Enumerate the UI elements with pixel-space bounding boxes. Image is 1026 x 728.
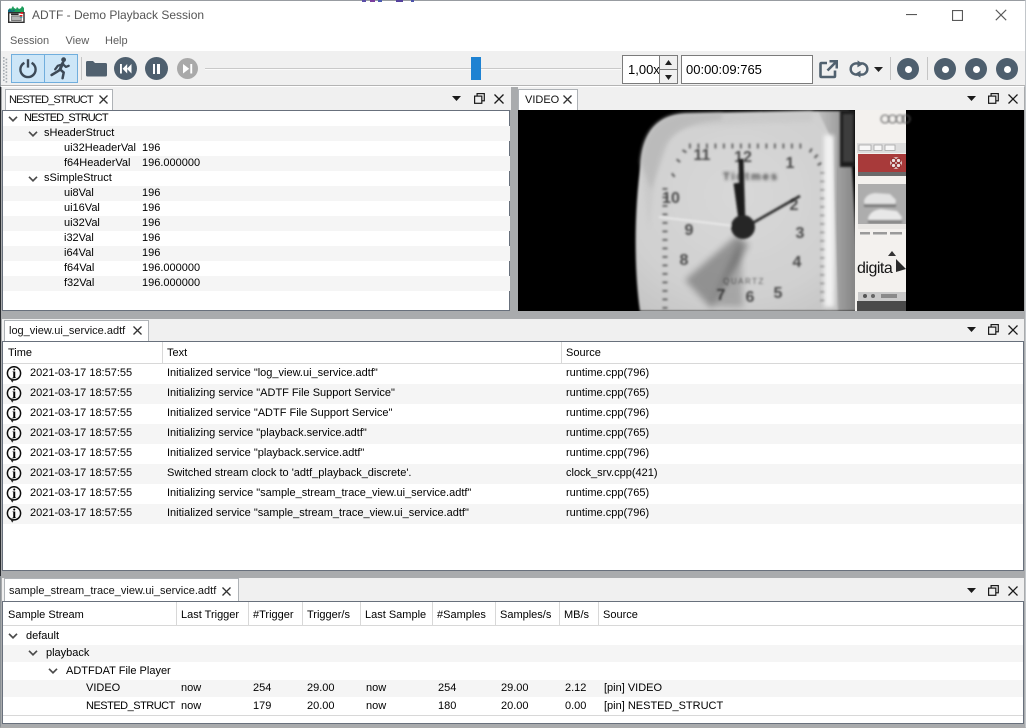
svg-text:3: 3 xyxy=(796,225,805,242)
svg-text:i: i xyxy=(12,407,16,422)
svg-text:i: i xyxy=(12,487,16,502)
svg-text:Tidtmes: Tidtmes xyxy=(723,171,779,183)
svg-text:1: 1 xyxy=(786,155,795,172)
svg-text:i: i xyxy=(12,367,16,382)
svg-text:6: 6 xyxy=(746,289,755,306)
svg-text:digita: digita xyxy=(857,260,893,277)
svg-text:4: 4 xyxy=(793,254,802,271)
svg-text:11: 11 xyxy=(694,147,711,164)
svg-text:i: i xyxy=(12,387,16,402)
svg-text:5: 5 xyxy=(774,285,783,302)
svg-text:i: i xyxy=(12,447,16,462)
svg-text:9: 9 xyxy=(685,222,694,239)
svg-text:8: 8 xyxy=(680,252,689,269)
svg-text:10: 10 xyxy=(662,190,680,207)
svg-text:i: i xyxy=(12,507,16,522)
svg-text:i: i xyxy=(12,427,16,442)
svg-text:i: i xyxy=(12,467,16,482)
